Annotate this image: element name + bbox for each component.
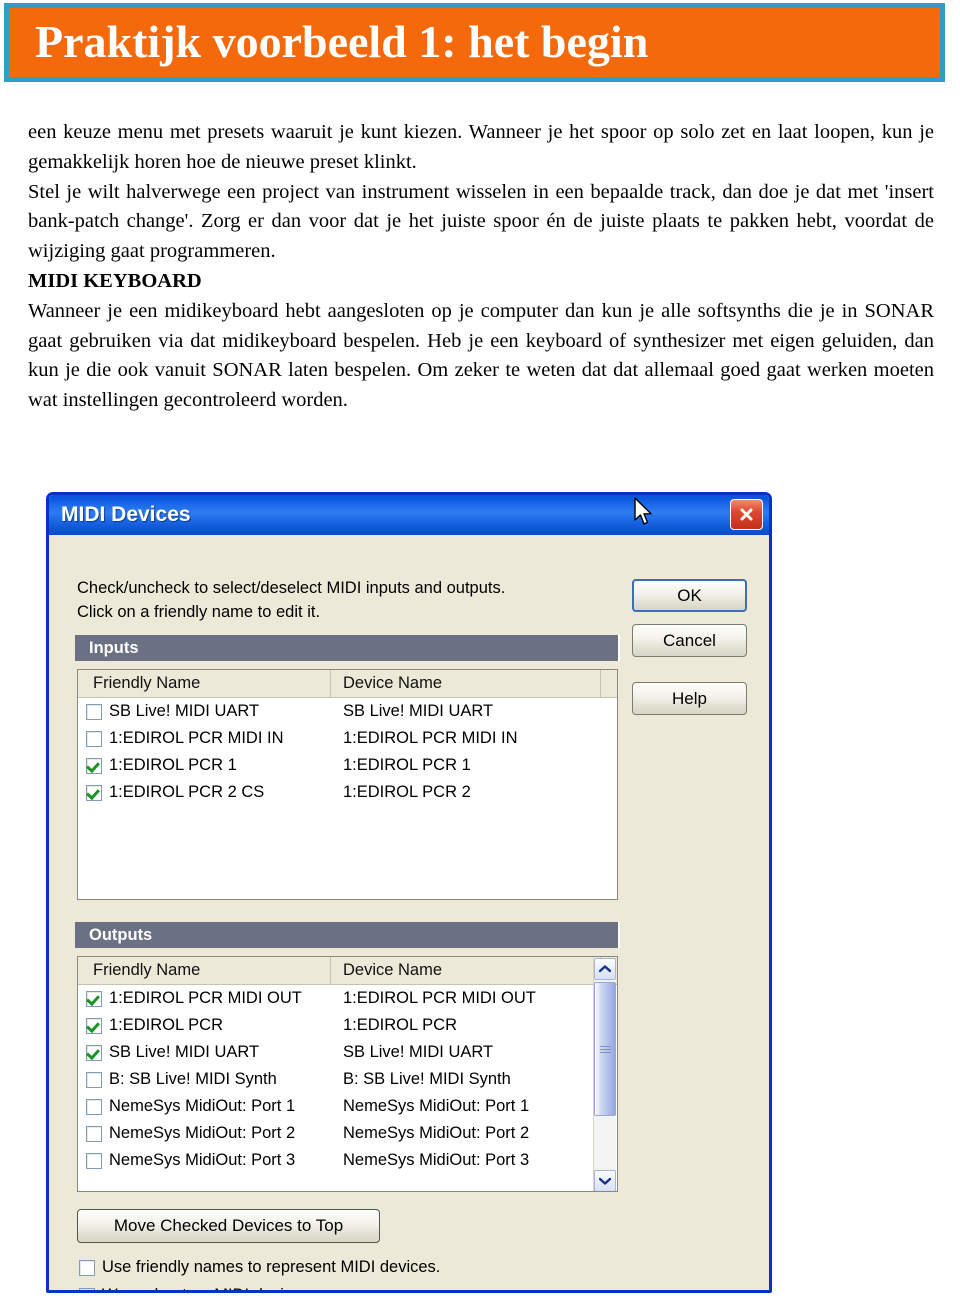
inputs-list-header: Friendly Name Device Name [78, 670, 617, 698]
hint-line-2: Click on a friendly name to edit it. [77, 603, 321, 621]
friendly-name-label: NemeSys MidiOut: Port 1 [109, 1097, 296, 1115]
device-name-cell: 1:EDIROL PCR 1 [343, 756, 471, 774]
friendly-name-cell[interactable]: 1:EDIROL PCR 2 CS [78, 783, 331, 802]
inputs-listbox[interactable]: Friendly Name Device Name SB Live! MIDI … [77, 669, 618, 900]
midi-devices-dialog: MIDI Devices Check/uncheck to select/des… [46, 492, 772, 1293]
outputs-rows: 1:EDIROL PCR MIDI OUT 1:EDIROL PCR MIDI O… [78, 985, 617, 1174]
inputs-col-friendly-name[interactable]: Friendly Name [78, 670, 331, 697]
inputs-group-label: Inputs [89, 638, 139, 657]
outputs-scrollbar[interactable] [593, 958, 616, 1191]
device-name-cell: SB Live! MIDI UART [343, 702, 494, 720]
table-row[interactable]: 1:EDIROL PCR 1 1:EDIROL PCR 1 [78, 752, 617, 779]
device-name-cell: B: SB Live! MIDI Synth [343, 1070, 511, 1088]
chevron-down-icon[interactable] [594, 1170, 616, 1191]
checkbox-icon[interactable] [86, 1017, 102, 1034]
paragraph-2: Stel je wilt halverwege een project van … [28, 180, 934, 263]
option-warn-no-midi-devices[interactable]: Warn about no MIDI devices. [79, 1286, 314, 1290]
device-name-cell: NemeSys MidiOut: Port 2 [343, 1124, 530, 1142]
table-row[interactable]: 1:EDIROL PCR 2 CS 1:EDIROL PCR 2 [78, 779, 617, 806]
page-title: Praktijk voorbeeld 1: het begin [35, 16, 649, 67]
option-label: Use friendly names to represent MIDI dev… [102, 1258, 441, 1276]
checkbox-icon[interactable] [79, 1287, 95, 1290]
outputs-col-friendly-name[interactable]: Friendly Name [78, 957, 331, 984]
scrollbar-thumb[interactable] [594, 982, 616, 1116]
move-checked-devices-button[interactable]: Move Checked Devices to Top [77, 1209, 380, 1243]
checkbox-icon[interactable] [86, 730, 102, 747]
table-row[interactable]: SB Live! MIDI UART SB Live! MIDI UART [78, 1039, 617, 1066]
checkbox-icon[interactable] [86, 757, 102, 774]
device-name-cell: NemeSys MidiOut: Port 3 [343, 1151, 530, 1169]
option-use-friendly-names[interactable]: Use friendly names to represent MIDI dev… [79, 1258, 440, 1277]
table-row[interactable]: SB Live! MIDI UART SB Live! MIDI UART [78, 698, 617, 725]
friendly-name-label: NemeSys MidiOut: Port 2 [109, 1124, 296, 1142]
friendly-name-cell[interactable]: 1:EDIROL PCR [78, 1016, 331, 1035]
device-name-cell: 1:EDIROL PCR [343, 1016, 458, 1034]
table-row[interactable]: NemeSys MidiOut: Port 1 NemeSys MidiOut: … [78, 1093, 617, 1120]
ok-button[interactable]: OK [632, 579, 747, 612]
table-row[interactable]: NemeSys MidiOut: Port 2 NemeSys MidiOut: … [78, 1120, 617, 1147]
section-heading: MIDI KEYBOARD [28, 269, 202, 292]
table-row[interactable]: 1:EDIROL PCR MIDI OUT 1:EDIROL PCR MIDI O… [78, 985, 617, 1012]
friendly-name-cell[interactable]: SB Live! MIDI UART [78, 702, 331, 721]
friendly-name-label: B: SB Live! MIDI Synth [109, 1070, 277, 1088]
close-icon[interactable] [730, 499, 763, 530]
inputs-group-header: Inputs [75, 635, 620, 661]
device-name-cell: 1:EDIROL PCR MIDI OUT [343, 989, 536, 1007]
paragraph-1: een keuze menu met presets waaruit je ku… [28, 121, 934, 173]
dialog-title: MIDI Devices [61, 503, 191, 526]
friendly-name-label: 1:EDIROL PCR MIDI IN [109, 729, 284, 747]
friendly-name-cell[interactable]: 1:EDIROL PCR MIDI IN [78, 729, 331, 748]
friendly-name-cell[interactable]: NemeSys MidiOut: Port 2 [78, 1124, 331, 1143]
hint-line-1: Check/uncheck to select/deselect MIDI in… [77, 579, 506, 597]
document-body: een keuze menu met presets waaruit je ku… [28, 118, 934, 416]
device-name-cell: NemeSys MidiOut: Port 1 [343, 1097, 530, 1115]
table-row[interactable]: 1:EDIROL PCR 1:EDIROL PCR [78, 1012, 617, 1039]
device-name-cell: 1:EDIROL PCR MIDI IN [343, 729, 518, 747]
checkbox-icon[interactable] [79, 1259, 95, 1276]
friendly-name-label: 1:EDIROL PCR [109, 1016, 224, 1034]
device-name-cell: 1:EDIROL PCR 2 [343, 783, 471, 801]
outputs-col-device-name[interactable]: Device Name [331, 957, 601, 984]
friendly-name-cell[interactable]: 1:EDIROL PCR 1 [78, 756, 331, 775]
outputs-group-header: Outputs [75, 922, 620, 948]
checkbox-icon[interactable] [86, 990, 102, 1007]
outputs-list-header: Friendly Name Device Name [78, 957, 617, 985]
friendly-name-cell[interactable]: B: SB Live! MIDI Synth [78, 1070, 331, 1089]
table-row[interactable]: B: SB Live! MIDI Synth B: SB Live! MIDI S… [78, 1066, 617, 1093]
scrollbar-track[interactable] [594, 1116, 616, 1168]
inputs-rows: SB Live! MIDI UART SB Live! MIDI UART 1:ED… [78, 698, 617, 806]
outputs-listbox[interactable]: Friendly Name Device Name 1:EDIROL PCR M… [77, 956, 618, 1192]
outputs-group-label: Outputs [89, 925, 153, 944]
checkbox-icon[interactable] [86, 1044, 102, 1061]
friendly-name-label: SB Live! MIDI UART [109, 1043, 260, 1061]
checkbox-icon[interactable] [86, 1152, 102, 1169]
dialog-body: Check/uncheck to select/deselect MIDI in… [49, 535, 769, 1290]
option-label: Warn about no MIDI devices. [102, 1286, 314, 1290]
friendly-name-label: 1:EDIROL PCR 2 CS [109, 783, 265, 801]
inputs-col-device-name[interactable]: Device Name [331, 670, 601, 697]
friendly-name-label: SB Live! MIDI UART [109, 702, 260, 720]
checkbox-icon[interactable] [86, 784, 102, 801]
dialog-titlebar[interactable]: MIDI Devices [49, 495, 769, 535]
checkbox-icon[interactable] [86, 1098, 102, 1115]
device-name-cell: SB Live! MIDI UART [343, 1043, 494, 1061]
help-button[interactable]: Help [632, 682, 747, 715]
checkbox-icon[interactable] [86, 703, 102, 720]
table-row[interactable]: NemeSys MidiOut: Port 3 NemeSys MidiOut: … [78, 1147, 617, 1174]
checkbox-icon[interactable] [86, 1071, 102, 1088]
friendly-name-label: 1:EDIROL PCR 1 [109, 756, 237, 774]
friendly-name-label: NemeSys MidiOut: Port 3 [109, 1151, 296, 1169]
friendly-name-cell[interactable]: NemeSys MidiOut: Port 1 [78, 1097, 331, 1116]
paragraph-3: Wanneer je een midikeyboard hebt aangesl… [28, 299, 934, 412]
checkbox-icon[interactable] [86, 1125, 102, 1142]
chevron-up-icon[interactable] [594, 958, 616, 980]
table-row[interactable]: 1:EDIROL PCR MIDI IN 1:EDIROL PCR MIDI IN [78, 725, 617, 752]
cancel-button[interactable]: Cancel [632, 624, 747, 657]
friendly-name-cell[interactable]: 1:EDIROL PCR MIDI OUT [78, 989, 331, 1008]
friendly-name-cell[interactable]: SB Live! MIDI UART [78, 1043, 331, 1062]
friendly-name-label: 1:EDIROL PCR MIDI OUT [109, 989, 302, 1007]
friendly-name-cell[interactable]: NemeSys MidiOut: Port 3 [78, 1151, 331, 1170]
page-banner: Praktijk voorbeeld 1: het begin [4, 3, 945, 82]
